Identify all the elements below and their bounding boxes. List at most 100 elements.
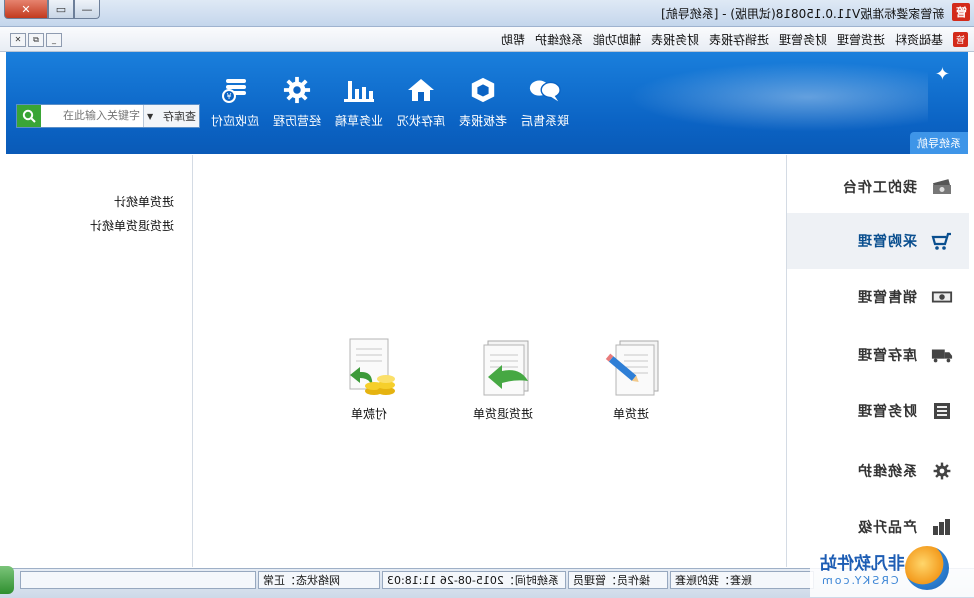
chat-bubbles-icon xyxy=(528,76,562,104)
coin-stack-icon: ¥ xyxy=(218,76,252,104)
nav-my-workbench[interactable]: 我的工作台 xyxy=(787,159,969,215)
star-icon: ✦ xyxy=(934,64,950,85)
search-icon xyxy=(22,109,36,123)
menu-basic-data[interactable]: 基础资料 xyxy=(895,31,943,48)
search-box: ▼ 查库存 xyxy=(16,104,200,128)
doc-purchase-return-label: 进货退货单 xyxy=(472,407,533,421)
nav-inventory-management-label: 库存管理 xyxy=(857,348,917,364)
search-input[interactable] xyxy=(41,105,143,125)
mdi-controls: ✕ ⧉ _ xyxy=(10,33,62,47)
link-purchase-order-stats[interactable]: 进货单统计 xyxy=(114,193,174,210)
status-network-text: 网络状态：正常 xyxy=(263,574,340,587)
tool-contact-support[interactable]: 联系售后 xyxy=(514,76,576,134)
tool-receivables[interactable]: ¥ 应收应付 xyxy=(204,76,266,134)
chevron-down-icon: ▼ xyxy=(147,111,154,121)
tray-tab-icon[interactable] xyxy=(0,566,14,594)
nav-sales-management-label: 销售管理 xyxy=(857,290,917,306)
search-type-select[interactable]: ▼ 查库存 xyxy=(143,105,199,127)
cart-icon xyxy=(931,230,953,252)
app-logo: 管 xyxy=(952,3,970,21)
menu-help[interactable]: 帮助 xyxy=(501,31,525,48)
report-links-panel: 进货单统计 进货退货单统计 xyxy=(6,155,193,567)
menu-logo: 管 xyxy=(953,32,968,47)
document-shortcuts-panel: 付款单 进货退货单 进货单 xyxy=(193,155,785,567)
nav-product-upgrade-label: 产品升级 xyxy=(857,520,917,536)
menu-system-maintenance[interactable]: 系统维护 xyxy=(535,31,583,48)
nav-finance-management-label: 财务管理 xyxy=(857,404,917,420)
status-network: 网络状态：正常 xyxy=(258,571,380,589)
gear-icon xyxy=(280,76,314,104)
doc-purchase-order[interactable]: 进货单 xyxy=(581,337,681,422)
mdi-close-button[interactable]: ✕ xyxy=(10,33,26,47)
menu-items: 管 基础资料 进货管理 财务管理 进销存报表 财务报表 辅助功能 系统维护 帮助 xyxy=(501,31,968,48)
menu-auxiliary[interactable]: 辅助功能 xyxy=(593,31,641,48)
minimize-button[interactable]: — xyxy=(74,0,100,19)
tool-business-history-label: 经营历程 xyxy=(272,114,321,128)
nav-my-workbench-label: 我的工作台 xyxy=(842,180,917,196)
menu-inventory-reports[interactable]: 进销存报表 xyxy=(709,31,769,48)
document-pencil-icon xyxy=(605,340,659,396)
menu-logo-text: 管 xyxy=(955,36,965,46)
mdi-minimize-button[interactable]: _ xyxy=(46,33,62,47)
status-system-time: 系统时间：2015-08-26 11:18:03 xyxy=(382,571,566,589)
nav-finance-management[interactable]: 财务管理 xyxy=(787,383,969,439)
money-icon xyxy=(931,176,953,198)
nav-purchase-management-label: 采购管理 xyxy=(857,234,917,250)
nav-system-maintenance[interactable]: 系统维护 xyxy=(787,443,969,499)
menu-finance-label: 财务管理 xyxy=(778,33,827,47)
menu-inventory-reports-label: 进销存报表 xyxy=(708,33,769,47)
doc-payment-voucher-label: 付款单 xyxy=(350,407,387,421)
menu-finance[interactable]: 财务管理 xyxy=(779,31,827,48)
tool-boss-reports-label: 老板报表 xyxy=(458,114,507,128)
bar-chart-icon xyxy=(342,76,376,104)
upgrade-icon xyxy=(931,516,953,538)
menu-finance-reports[interactable]: 财务报表 xyxy=(651,31,699,48)
nav-system-maintenance-label: 系统维护 xyxy=(857,464,917,480)
ledger-icon xyxy=(931,400,953,422)
nav-purchase-management[interactable]: 采购管理 xyxy=(787,213,969,269)
close-button[interactable]: ✕ xyxy=(4,0,48,19)
tool-receivables-label: 应收应付 xyxy=(210,114,259,128)
app-logo-text: 管 xyxy=(955,6,967,19)
doc-purchase-order-label: 进货单 xyxy=(612,407,649,421)
menu-purchase[interactable]: 进货管理 xyxy=(837,31,885,48)
tool-inventory-status[interactable]: 库存状况 xyxy=(390,76,452,134)
tool-boss-reports[interactable]: 老板报表 xyxy=(452,76,514,134)
link-purchase-order-stats-label: 进货单统计 xyxy=(113,195,174,209)
watermark-text: 非凡软件站 CRSKY.com xyxy=(820,549,905,587)
tool-business-drafts[interactable]: 业务草稿 xyxy=(328,76,390,134)
status-account-set-text: 账套：我的账套 xyxy=(675,574,752,587)
watermark: 非凡软件站 CRSKY.com xyxy=(810,539,974,597)
search-button[interactable] xyxy=(17,105,41,127)
mdi-restore-button[interactable]: ⧉ xyxy=(28,33,44,47)
maximize-button[interactable]: ▭ xyxy=(48,0,74,19)
window-controls: ✕ ▭ — xyxy=(4,0,100,19)
link-purchase-return-stats-label: 进货退货单统计 xyxy=(89,219,174,233)
tool-business-history[interactable]: 经营历程 xyxy=(266,76,328,134)
status-operator: 操作员：管理员 xyxy=(568,571,668,589)
tool-inventory-status-label: 库存状况 xyxy=(396,114,445,128)
link-purchase-return-stats[interactable]: 进货退货单统计 xyxy=(90,217,174,234)
toolbar-glow-decoration xyxy=(628,62,928,132)
toolbar: ✦ ▼ 查库存 ¥ 应收应付 xyxy=(6,52,968,154)
module-nav: 我的工作台 采购管理 销售管理 库存管理 财务管理 系统维护 产品升级 xyxy=(786,155,969,567)
status-system-time-text: 系统时间：2015-08-26 11:18:03 xyxy=(387,574,559,587)
status-account-set: 账套：我的账套 xyxy=(670,571,814,589)
menu-help-label: 帮助 xyxy=(500,33,525,47)
menu-finance-reports-label: 财务报表 xyxy=(650,33,699,47)
nav-inventory-management[interactable]: 库存管理 xyxy=(787,327,969,383)
cube-icon xyxy=(466,76,500,104)
menu-basic-data-label: 基础资料 xyxy=(894,33,943,47)
watermark-en: CRSKY.com xyxy=(820,574,899,587)
doc-purchase-return[interactable]: 进货退货单 xyxy=(453,337,553,422)
truck-icon xyxy=(931,344,953,366)
toolbar-buttons: ¥ 应收应付 经营历程 业务草稿 库存状况 老板报表 联系售后 xyxy=(204,76,576,134)
window-title-text: 新管家婆标准版V11.0.150818(试用版) - [系统导航] xyxy=(660,7,944,21)
status-spacer xyxy=(20,571,256,589)
system-nav-tab[interactable]: 系统导航 xyxy=(910,132,968,154)
nav-sales-management[interactable]: 销售管理 xyxy=(787,269,969,325)
doc-payment-voucher[interactable]: 付款单 xyxy=(319,337,419,422)
system-nav-tab-label: 系统导航 xyxy=(917,137,961,150)
watermark-cn: 非凡软件站 xyxy=(820,554,905,574)
menu-purchase-label: 进货管理 xyxy=(836,33,885,47)
